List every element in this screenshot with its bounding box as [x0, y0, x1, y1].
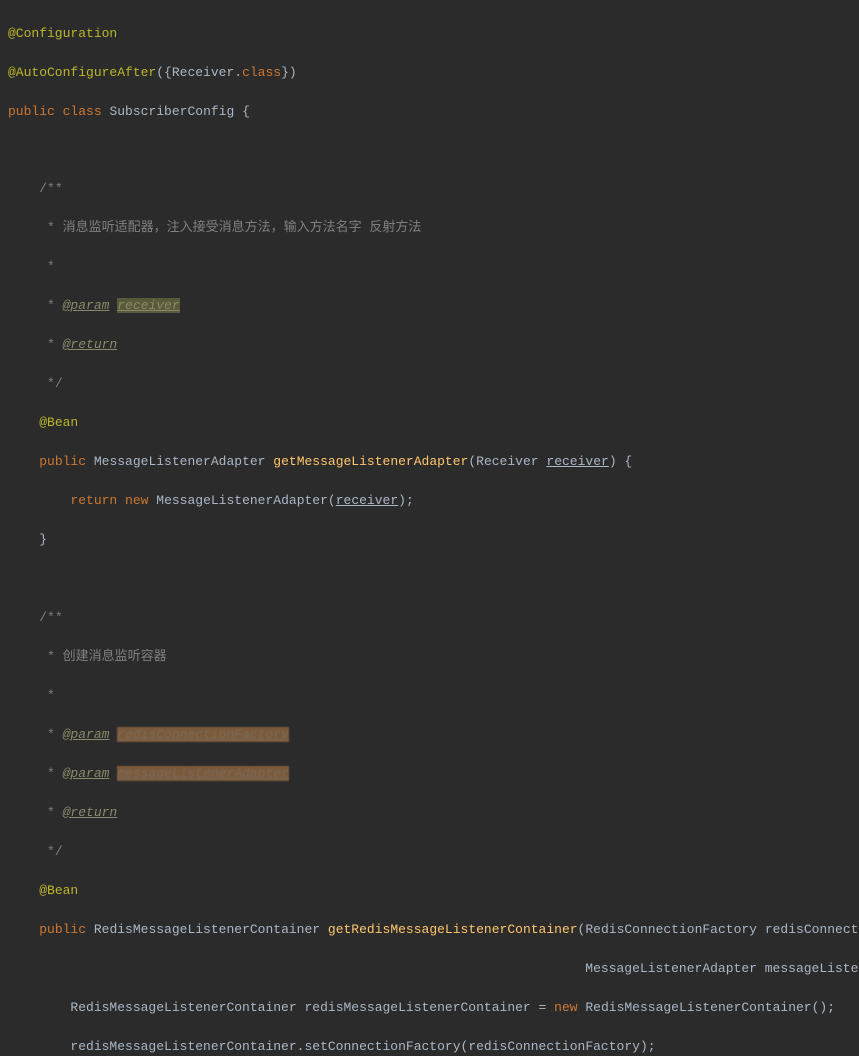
keyword-class: class [63, 104, 102, 119]
javadoc-desc: * 消息监听适配器，注入接受消息方法，输入方法名字 反射方法 [39, 220, 421, 235]
param-name: messageListenerAdapter [765, 961, 859, 976]
javadoc-param-name: messageListenerAdapter [117, 766, 289, 781]
obj: redisMessageListenerContainer [70, 1039, 296, 1054]
var-name: redisMessageListenerContainer [304, 1000, 530, 1015]
return-type: MessageListenerAdapter [94, 454, 266, 469]
arg: redisConnectionFactory [468, 1039, 640, 1054]
javadoc-param-name: redisConnectionFactory [117, 727, 289, 742]
constructor: MessageListenerAdapter [156, 493, 328, 508]
type-receiver: Receiver [172, 65, 234, 80]
javadoc-param-tag: @param [63, 766, 110, 781]
param-type: RedisConnectionFactory [585, 922, 757, 937]
javadoc-param-name: receiver [117, 298, 179, 313]
javadoc-param-tag: @param [63, 727, 110, 742]
javadoc-line: * [39, 259, 55, 274]
javadoc-return-tag: @return [63, 805, 118, 820]
var-type: RedisMessageListenerContainer [70, 1000, 296, 1015]
method-name: getMessageListenerAdapter [273, 454, 468, 469]
javadoc-desc: * 创建消息监听容器 [39, 649, 166, 664]
code-editor[interactable]: @Configuration @AutoConfigureAfter({Rece… [8, 4, 859, 1056]
close-brace: } [39, 532, 47, 547]
javadoc-line: * [39, 337, 62, 352]
paren-brace: ) { [609, 454, 632, 469]
param-name: redisConnectionFactory [765, 922, 859, 937]
keyword-public: public [39, 922, 86, 937]
constructor: RedisMessageListenerContainer [585, 1000, 811, 1015]
method-call: .setConnectionFactory( [297, 1039, 469, 1054]
annotation-autoconfigure: @AutoConfigureAfter [8, 65, 156, 80]
keyword-public: public [8, 104, 55, 119]
javadoc-close: */ [39, 376, 62, 391]
javadoc-param-tag: @param [63, 298, 110, 313]
return-type: RedisMessageListenerContainer [94, 922, 320, 937]
keyword-public: public [39, 454, 86, 469]
javadoc-line: * [39, 805, 62, 820]
javadoc-close: */ [39, 844, 62, 859]
javadoc-line: * [39, 727, 62, 742]
javadoc-line: * [39, 688, 55, 703]
punct: }) [281, 65, 297, 80]
class-name: SubscriberConfig [109, 104, 234, 119]
brace: { [234, 104, 250, 119]
method-name: getRedisMessageListenerContainer [328, 922, 578, 937]
annotation-bean: @Bean [39, 415, 78, 430]
annotation-bean: @Bean [39, 883, 78, 898]
keyword-class: class [242, 65, 281, 80]
punct: ({ [156, 65, 172, 80]
javadoc-open: /** [39, 610, 62, 625]
punct: . [234, 65, 242, 80]
param-name: receiver [546, 454, 608, 469]
keyword-return: return [70, 493, 117, 508]
eq: = [531, 1000, 554, 1015]
end: ); [640, 1039, 656, 1054]
param-type: Receiver [476, 454, 538, 469]
javadoc-line: * [39, 766, 62, 781]
param-type: MessageListenerAdapter [585, 961, 757, 976]
paren: ( [468, 454, 476, 469]
arg: receiver [336, 493, 398, 508]
javadoc-open: /** [39, 181, 62, 196]
keyword-new: new [125, 493, 148, 508]
javadoc-line: * [39, 298, 62, 313]
annotation-configuration: @Configuration [8, 26, 117, 41]
javadoc-return-tag: @return [63, 337, 118, 352]
keyword-new: new [554, 1000, 577, 1015]
